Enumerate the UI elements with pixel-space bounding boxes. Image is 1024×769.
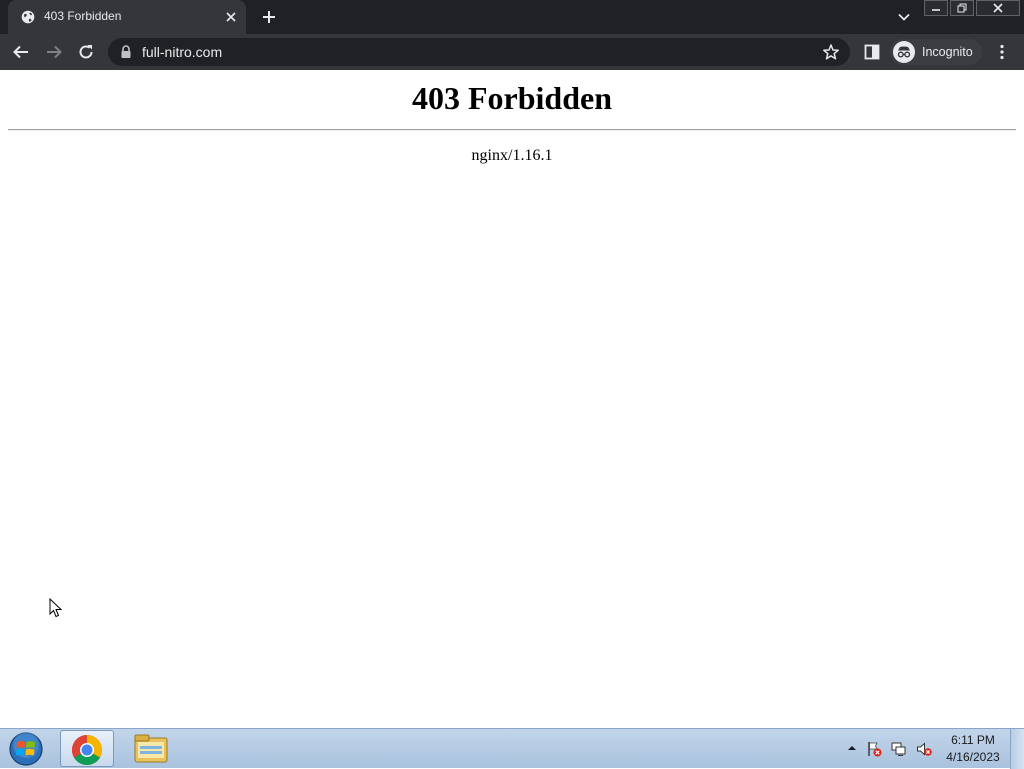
- window-controls: [922, 0, 1020, 18]
- close-tab-icon[interactable]: [224, 10, 238, 24]
- forward-arrow-icon[interactable]: [45, 43, 63, 61]
- close-icon: [993, 3, 1003, 13]
- page-content: 403 Forbidden nginx/1.16.1: [0, 70, 1024, 728]
- browser-tab[interactable]: 403 Forbidden: [8, 0, 246, 34]
- tab-strip: 403 Forbidden: [0, 0, 1024, 34]
- show-desktop-button[interactable]: [1010, 729, 1024, 769]
- show-hidden-icons-arrow[interactable]: [847, 744, 857, 752]
- clock-time[interactable]: 6:11 PM: [942, 733, 1004, 747]
- restore-button[interactable]: [950, 0, 974, 16]
- side-panel-icon[interactable]: [863, 43, 881, 61]
- mouse-cursor-icon: [49, 598, 63, 618]
- back-arrow-icon[interactable]: [12, 43, 30, 61]
- minimize-icon: [932, 9, 940, 11]
- restore-icon: [957, 3, 967, 13]
- start-orb-icon[interactable]: [6, 731, 46, 767]
- divider: [8, 129, 1016, 131]
- windows-taskbar: 6:11 PM 4/16/2023: [0, 728, 1024, 769]
- page-heading: 403 Forbidden: [411, 80, 613, 116]
- lock-icon[interactable]: [120, 45, 132, 59]
- chevron-down-icon[interactable]: [896, 9, 912, 25]
- new-tab-icon[interactable]: [260, 8, 278, 26]
- tab-title: 403 Forbidden: [44, 9, 122, 23]
- url-text[interactable]: full-nitro.com: [142, 44, 222, 60]
- more-menu-icon[interactable]: [994, 43, 1010, 61]
- bookmark-star-icon[interactable]: [822, 43, 840, 61]
- network-icon[interactable]: [891, 741, 907, 757]
- action-center-flag-icon[interactable]: [866, 741, 882, 757]
- chrome-icon: [71, 735, 103, 766]
- globe-icon: [21, 10, 35, 24]
- taskbar-chrome-button[interactable]: [60, 730, 114, 767]
- address-bar[interactable]: full-nitro.com: [108, 38, 850, 66]
- minimize-button[interactable]: [924, 0, 948, 16]
- file-explorer-icon[interactable]: [132, 732, 170, 766]
- close-window-button[interactable]: [976, 0, 1020, 16]
- reload-icon[interactable]: [77, 43, 95, 61]
- system-tray: 6:11 PM 4/16/2023: [842, 729, 1022, 769]
- volume-muted-icon[interactable]: [916, 741, 932, 757]
- browser-toolbar: full-nitro.com Incognito: [0, 34, 1024, 70]
- incognito-icon: [893, 41, 915, 63]
- incognito-profile-button[interactable]: Incognito: [890, 39, 982, 65]
- clock-date[interactable]: 4/16/2023: [942, 750, 1004, 764]
- incognito-label: Incognito: [922, 45, 973, 59]
- server-signature: nginx/1.16.1: [471, 147, 553, 164]
